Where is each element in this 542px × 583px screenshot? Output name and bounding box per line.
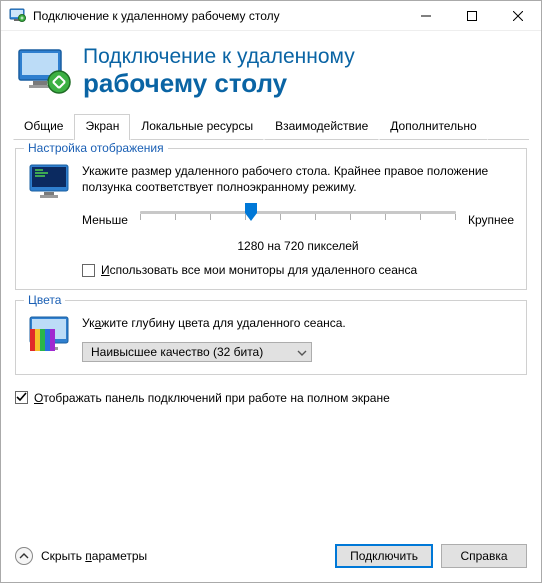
color-depth-select[interactable]: Наивысшее качество (32 бита) (82, 342, 312, 362)
tab-local-resources[interactable]: Локальные ресурсы (130, 114, 264, 140)
slider-more-label: Крупнее (468, 213, 514, 227)
app-icon (9, 7, 27, 25)
use-all-monitors-checkbox[interactable]: Использовать все мои мониторы для удален… (82, 263, 514, 277)
display-group-title: Настройка отображения (24, 141, 168, 155)
minimize-button[interactable] (403, 1, 449, 31)
color-monitor-icon (28, 315, 72, 355)
slider-less-label: Меньше (82, 213, 128, 227)
tab-display[interactable]: Экран (74, 114, 130, 140)
slider-thumb[interactable] (243, 203, 259, 221)
chevron-down-icon (297, 347, 307, 357)
use-all-monitors-label: спользовать все мои мониторы для удаленн… (110, 263, 418, 277)
maximize-button[interactable] (449, 1, 495, 31)
dialog-footer: Скрыть параметры Подключить Справка (1, 534, 541, 582)
colors-group-title: Цвета (24, 293, 65, 307)
resolution-slider[interactable]: Меньше Крупнее (82, 205, 514, 235)
titlebar: Подключение к удаленному рабочему столу (1, 1, 541, 31)
header-line1: Подключение к удаленному (83, 45, 355, 69)
display-config-group: Настройка отображения Укажите размер уда… (15, 148, 527, 290)
resolution-text: 1280 на 720 пикселей (82, 239, 514, 253)
show-connection-bar-checkbox[interactable]: Отображать панель подключений при работе… (15, 391, 527, 405)
colors-desc: Укажите глубину цвета для удаленного сеа… (82, 315, 514, 331)
tab-experience[interactable]: Взаимодействие (264, 114, 379, 140)
tab-general[interactable]: Общие (13, 114, 74, 140)
dialog-header: Подключение к удаленному рабочему столу (1, 31, 541, 113)
rdp-logo-icon (15, 48, 73, 96)
connect-button[interactable]: Подключить (335, 544, 433, 568)
hide-parameters-link[interactable]: Скрыть параметры (15, 547, 327, 565)
help-button[interactable]: Справка (441, 544, 527, 568)
tabstrip: Общие Экран Локальные ресурсы Взаимодейс… (13, 113, 529, 140)
close-button[interactable] (495, 1, 541, 31)
tab-advanced[interactable]: Дополнительно (379, 114, 487, 140)
window-title: Подключение к удаленному рабочему столу (33, 9, 403, 23)
color-depth-value: Наивысшее качество (32 бита) (91, 345, 263, 359)
show-connection-bar-label: тображать панель подключений при работе … (43, 391, 389, 405)
collapse-up-icon (15, 547, 33, 565)
monitor-icon (28, 163, 72, 203)
display-desc: Укажите размер удаленного рабочего стола… (82, 163, 514, 195)
header-line2: рабочему столу (83, 69, 355, 99)
colors-group: Цвета Укажите глубину цвета для удаленно… (15, 300, 527, 374)
